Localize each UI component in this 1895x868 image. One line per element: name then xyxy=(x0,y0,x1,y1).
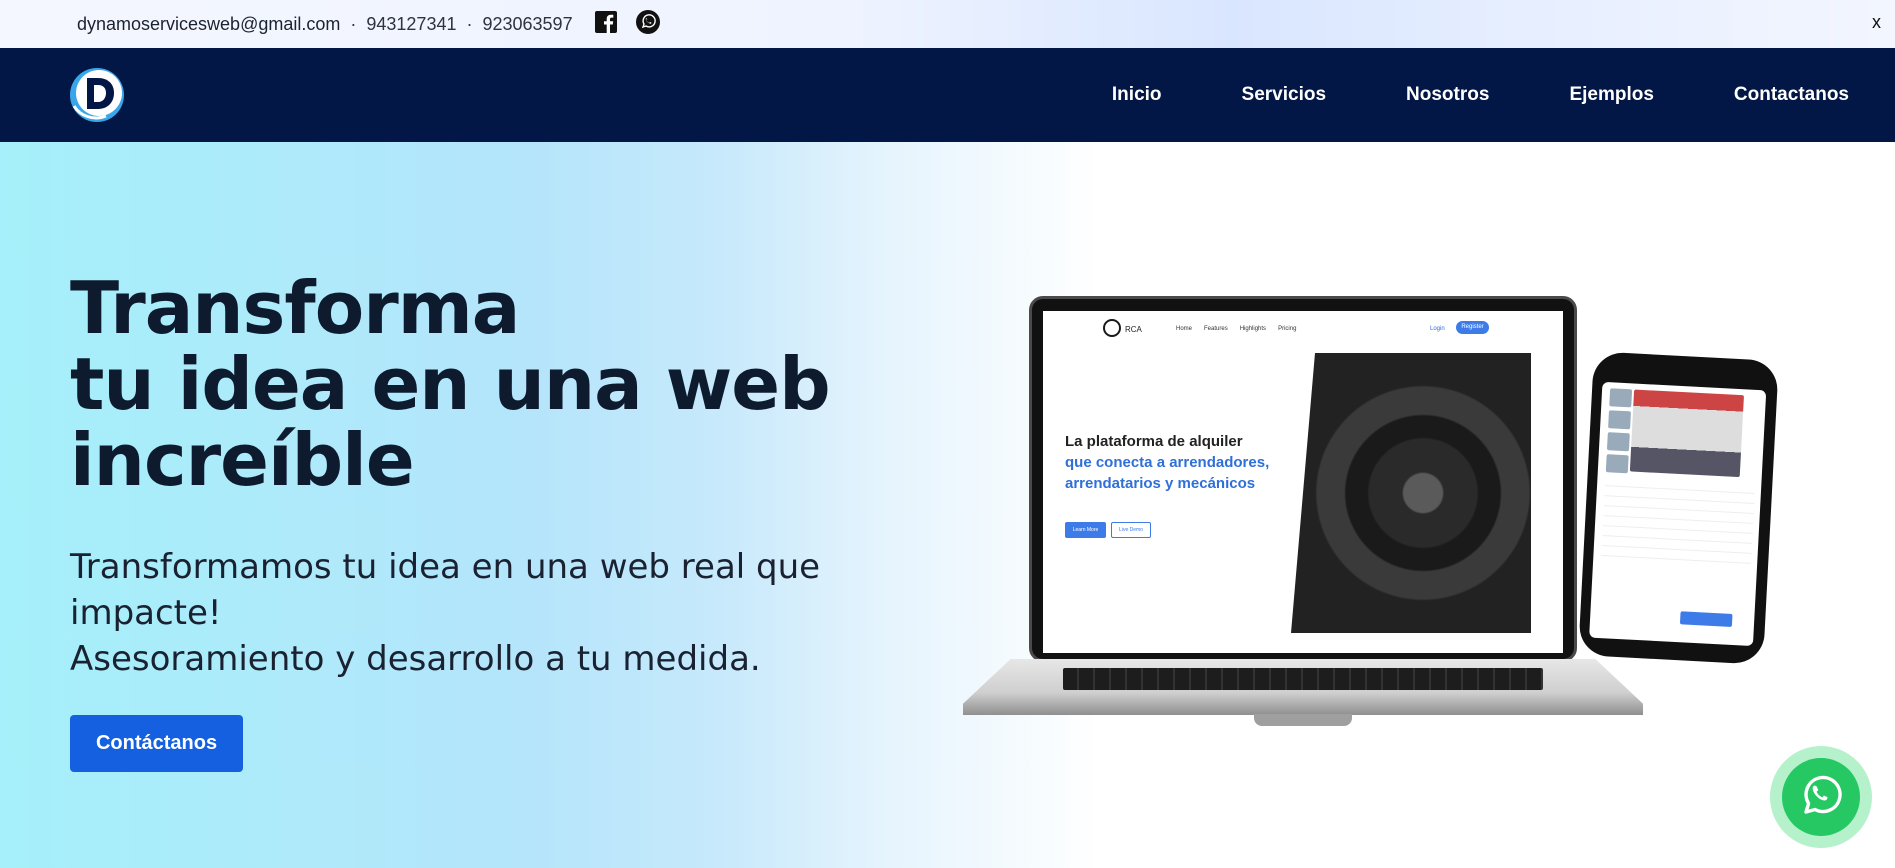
thumbnail xyxy=(1606,432,1630,452)
hero-title-line: Transforma xyxy=(70,266,520,350)
mockup-button-primary: Learn More xyxy=(1065,522,1106,538)
laptop-screen: RCA Home Features Highlights Pricing Log… xyxy=(1043,311,1563,653)
nav-menu: Inicio Servicios Nosotros Ejemplos Conta… xyxy=(1112,48,1849,142)
facebook-icon[interactable] xyxy=(594,10,617,38)
mockup-logo-icon xyxy=(1103,319,1121,337)
nav-item-nosotros[interactable]: Nosotros xyxy=(1406,84,1489,106)
mockup-headline: La plataforma de alquiler que conecta a … xyxy=(1065,431,1295,494)
hero-title: Transforma tu idea en una web increíble xyxy=(70,270,831,498)
dynamo-logo[interactable] xyxy=(68,66,126,124)
car-interior-photo xyxy=(1291,353,1531,633)
contact-cta-button[interactable]: Contáctanos xyxy=(70,715,243,772)
mockup-button-secondary: Live Demo xyxy=(1111,522,1151,538)
contact-phone-2[interactable]: 923063597 xyxy=(482,14,572,35)
mockup-nav-links: Home Features Highlights Pricing xyxy=(1176,326,1296,332)
whatsapp-icon xyxy=(1796,770,1846,825)
social-links xyxy=(594,9,661,40)
hero-subtitle-line: Transformamos tu idea en una web real qu… xyxy=(70,547,821,633)
nav-item-inicio[interactable]: Inicio xyxy=(1112,84,1162,106)
hero-subtitle-line: Asesoramiento y desarrollo a tu medida. xyxy=(70,639,761,679)
mockup-headline-line: La plataforma de alquiler xyxy=(1065,433,1243,450)
laptop-keyboard xyxy=(1063,668,1543,690)
thumbnail xyxy=(1608,410,1631,430)
nav-item-servicios[interactable]: Servicios xyxy=(1242,84,1327,106)
mockup-login: Login xyxy=(1430,326,1445,332)
mockup-nav-link: Pricing xyxy=(1278,326,1297,332)
whatsapp-float-button[interactable] xyxy=(1770,746,1872,848)
separator: · xyxy=(466,13,473,34)
phone-thumbnails xyxy=(1605,388,1633,477)
contact-topbar: dynamoservicesweb@gmail.com · 943127341 … xyxy=(0,0,1895,48)
thumbnail xyxy=(1609,388,1633,408)
thumbnail xyxy=(1605,454,1629,474)
hero-title-line: tu idea en una web xyxy=(70,342,831,426)
mockup-register: Register xyxy=(1456,321,1489,334)
mockup-brand: RCA xyxy=(1125,325,1142,334)
close-topbar-button[interactable]: x xyxy=(1872,12,1881,33)
contact-phone-1[interactable]: 943127341 xyxy=(366,14,456,35)
main-navbar: Inicio Servicios Nosotros Ejemplos Conta… xyxy=(0,48,1895,142)
nav-item-ejemplos[interactable]: Ejemplos xyxy=(1569,84,1653,106)
mockup-nav-link: Home xyxy=(1176,326,1193,332)
whatsapp-icon[interactable] xyxy=(635,9,661,40)
truck-photo xyxy=(1629,389,1744,478)
laptop-mockup-image: RCA Home Features Highlights Pricing Log… xyxy=(963,296,1643,736)
phone-screen xyxy=(1589,381,1767,647)
hero-subtitle: Transformamos tu idea en una web real qu… xyxy=(70,544,830,682)
contact-email[interactable]: dynamoservicesweb@gmail.com xyxy=(77,14,340,35)
whatsapp-button-inner[interactable] xyxy=(1782,758,1860,836)
mockup-nav-link: Highlights xyxy=(1239,326,1267,332)
phone-details-list xyxy=(1601,476,1756,564)
phone-action-button xyxy=(1679,611,1733,627)
nav-item-contactanos[interactable]: Contactanos xyxy=(1734,84,1849,106)
phone-mockup-image xyxy=(1578,351,1779,665)
mockup-headline-line: que conecta a arrendadores, arrendatario… xyxy=(1065,454,1270,492)
laptop-trackpad xyxy=(1254,714,1352,726)
separator: · xyxy=(350,13,357,34)
mockup-nav-link: Features xyxy=(1204,326,1228,332)
hero-title-line: increíble xyxy=(70,418,415,502)
